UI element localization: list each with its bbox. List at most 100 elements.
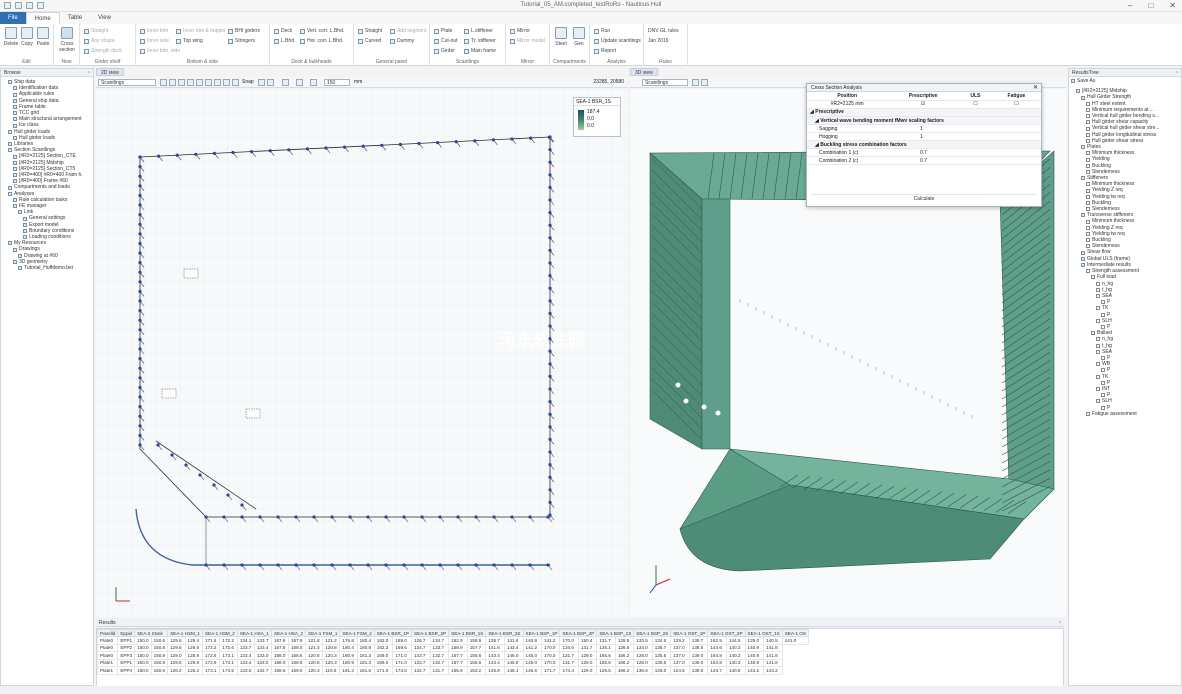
results-column-header[interactable]: SEA-1 OS [781,629,809,637]
results-column-header[interactable]: SEA-1 BSP_1S [596,629,635,637]
cross-section-drawing[interactable] [96,89,628,617]
vert-corr-button[interactable]: Vert. corr. L.Bhd. [300,28,344,34]
results-column-header[interactable]: SEA-1 BSP_1P [522,629,561,637]
tab-file[interactable]: File [0,12,26,24]
fit-tool-icon[interactable] [187,79,194,86]
mirror-button[interactable]: Mirror [510,28,530,34]
sub-buckling[interactable]: ◢ Buckling stress combination factors [807,140,1041,149]
results-column-header[interactable]: Panelld [97,629,119,637]
close-icon[interactable]: ✕ [1169,1,1176,10]
view2d-mode-select[interactable]: Scantlings [98,79,156,86]
inner-btm-side-button[interactable]: Inner btm, side [140,48,180,54]
sagging-value[interactable]: 1 [917,124,1041,133]
table-row[interactable]: Plate1 EPP1 150.0 150.8 129.5 129.8 172.6 173.1… [97,658,809,667]
tab-3d-view[interactable]: 3D view [630,68,658,76]
results-column-header[interactable]: SEA-1 BSR_2S [485,629,524,637]
grid-tool-icon[interactable] [205,79,212,86]
pin-icon[interactable]: ▫ [1059,619,1061,627]
bhi-girders-button[interactable]: BHI girders [228,28,260,34]
browse-item[interactable]: Tutorial_Huffdemo.ber [3,265,91,271]
snap-opt-1-icon[interactable] [258,79,265,86]
zoom-tool-icon[interactable] [178,79,185,86]
sub-vertical-bending[interactable]: ◢ Vertical wave bending moment fMwv scal… [807,116,1041,125]
rules-edition-select[interactable]: Jan 2016 [648,38,669,44]
results-column-header[interactable]: SEA-1 HSA_1 [236,629,272,637]
snap-opt-4-icon[interactable] [296,79,303,86]
maximize-icon[interactable]: □ [1148,1,1153,10]
node-tool-icon[interactable] [223,79,230,86]
cut-out-button[interactable]: Cut-out [434,38,457,44]
tr-stiffener-button[interactable]: Tr. stiffener [464,38,496,44]
snap-opt-2-icon[interactable] [267,79,274,86]
deck-button[interactable]: Deck [274,28,292,34]
results-column-header[interactable]: SEA-1 BSR_2P [410,629,450,637]
add-segment-button[interactable]: Add segment [390,28,426,34]
combination1-value[interactable]: 0.7 [917,148,1041,157]
results-column-header[interactable]: SEA-1 OST_1S [744,629,783,637]
gp-straight-button[interactable]: Straight [358,28,382,34]
combination2-value[interactable]: 0.7 [917,156,1041,165]
results-column-header[interactable]: Eppid [117,629,136,637]
pin-icon[interactable]: ▫ [88,69,90,77]
prescriptive-checkbox[interactable]: ☑ [887,100,959,109]
results-column-header[interactable]: SEA-1 OST_1P [670,629,709,637]
plate-button[interactable]: Plate [434,28,452,34]
girder-button[interactable]: Girder [434,48,455,54]
fatigue-checkbox[interactable]: ☐ [991,100,1041,109]
rules-select[interactable]: DNV GL rules [648,28,679,34]
minimize-icon[interactable]: – [1128,1,1132,10]
results-column-header[interactable]: SEA-1 BSR_1P [373,629,412,637]
pan-tool-icon[interactable] [169,79,176,86]
save-as-button[interactable]: Save As [1071,78,1179,84]
report-button[interactable]: Report [594,48,616,54]
section-prescriptive[interactable]: ◢ Prescriptive [807,108,1041,117]
snap-opt-5-icon[interactable] [310,79,317,86]
tab-view[interactable]: View [90,12,119,24]
gen-button[interactable]: Gen [570,27,588,47]
steel-button[interactable]: Steel [552,27,570,47]
dummy-button[interactable]: Dummy [390,38,414,44]
zoom-input[interactable]: 150 [324,79,350,86]
inner-side-button[interactable]: Inner side [140,38,169,44]
pin-icon[interactable]: ▫ [1176,69,1178,77]
table-row[interactable]: Plate0 EPP2 150.0 150.8 129.6 129.8 172.2 172.6… [97,643,809,652]
inner-btm-hopper-button[interactable]: Inner btm & hopper [176,28,226,34]
any-shape-button[interactable]: Any shape [84,38,115,44]
calculate-button[interactable]: Calculate [811,194,1037,203]
update-scantlings-button[interactable]: Update scantlings [594,38,641,44]
tab-home[interactable]: Home [25,12,60,24]
mirror-model-button[interactable]: Mirror model [510,38,545,44]
top-wing-button[interactable]: Top wing [176,38,203,44]
straight-girder-button[interactable]: Straight [84,28,108,34]
results-column-header[interactable]: SEA-1 BSP_2S [633,629,672,637]
view-iso-icon[interactable] [701,79,708,86]
view2d-canvas[interactable] [96,89,628,617]
strength-deck-button[interactable]: Strength deck [84,48,122,54]
layer-tool-icon[interactable] [214,79,221,86]
hor-corr-button[interactable]: Hor. corr. L.Bhd. [300,38,343,44]
uls-checkbox[interactable]: ☐ [958,100,992,109]
select-tool-icon[interactable] [160,79,167,86]
paste-button[interactable]: Paste [34,27,52,47]
snap-opt-3-icon[interactable] [282,79,289,86]
gp-curved-button[interactable]: Curved [358,38,381,44]
table-row[interactable]: Plate0 EPP1 150.0 150.6 129.6 129.4 171.6 172.2… [97,636,809,645]
results-column-header[interactable]: SEA-1 FSM_2 [339,629,375,637]
rotate-tool-icon[interactable] [692,79,699,86]
results-column-header[interactable]: SEA-1 HSA_2 [270,629,307,637]
results-column-header[interactable]: SEA-1 BSP_2P [559,629,598,637]
main-frame-button[interactable]: Main frame [464,48,496,54]
snap-tool-icon[interactable] [232,79,239,86]
table-row[interactable]: Plate1 EPP4 150.0 150.6 126.2 126.2 173.1 173.5… [97,666,809,675]
hogging-value[interactable]: 1 [917,132,1041,141]
close-icon[interactable]: ✕ [1033,84,1038,92]
results-column-header[interactable]: SEA-1 BSR_1S [448,629,487,637]
results-column-header[interactable]: SEA-2 Static [134,629,169,637]
inner-btm-button[interactable]: Inner btm [140,28,168,34]
run-button[interactable]: Run [594,28,610,34]
results-column-header[interactable]: SEA-1 FSM_1 [305,629,341,637]
view3d-mode-select[interactable]: Scantlings [642,79,688,86]
cross-section-button[interactable]: Cross section [58,27,76,53]
results-column-header[interactable]: SEA-1 HSM_2 [201,629,238,637]
table-row[interactable]: Plate0 EPP3 150.0 150.9 129.0 128.9 172.6 173.1… [97,651,809,660]
